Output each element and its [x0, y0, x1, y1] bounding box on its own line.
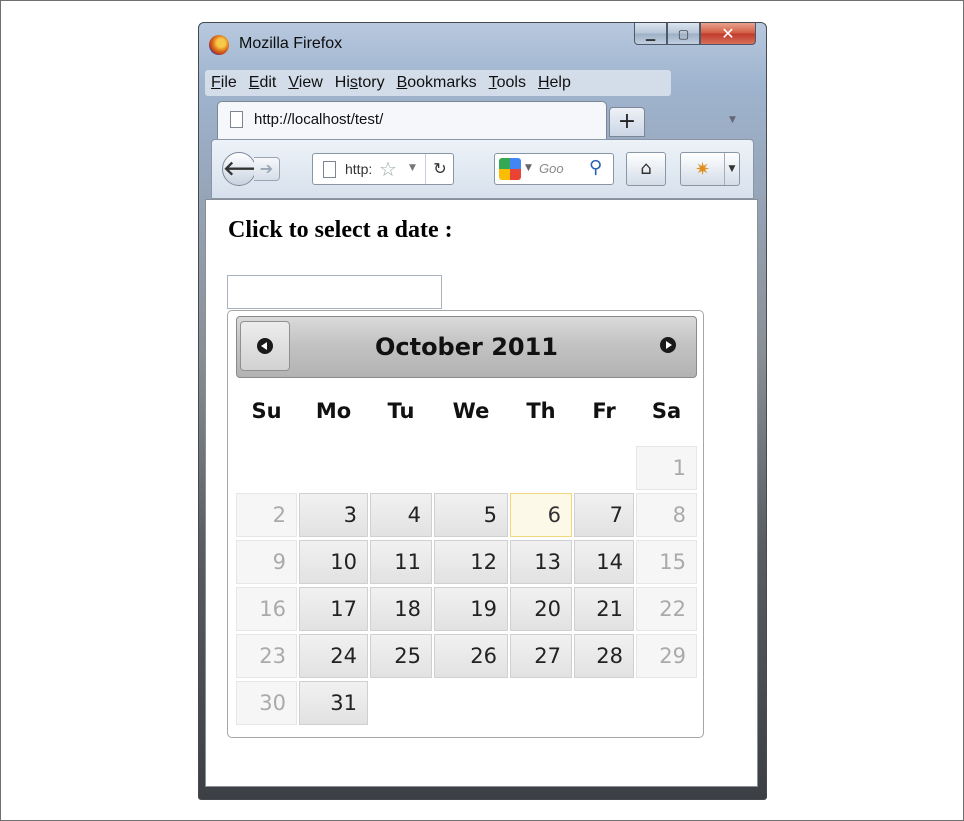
day-cell[interactable]: 25: [370, 634, 432, 678]
day-cell[interactable]: 21: [574, 587, 634, 631]
menu-item-help[interactable]: Help: [538, 74, 571, 92]
datepicker-header: October 2011: [236, 316, 697, 378]
day-cell[interactable]: 8: [636, 493, 697, 537]
menu-item-tools[interactable]: Tools: [489, 74, 526, 92]
maximize-button[interactable]: ▢: [667, 23, 700, 45]
day-cell[interactable]: 1: [636, 446, 697, 490]
url-bar[interactable]: http: ☆ ▼ ↻: [312, 153, 454, 185]
url-text: http:: [345, 161, 373, 177]
datepicker: October 2011 Su Mo Tu We Th Fr Sa 1 2 3 4 5 6 7 8 9 10 11…: [227, 310, 704, 738]
day-cell[interactable]: 16: [236, 587, 297, 631]
day-cell[interactable]: 4: [370, 493, 432, 537]
day-cell[interactable]: 31: [299, 681, 368, 725]
day-cell[interactable]: 15: [636, 540, 697, 584]
menu-item-bookmarks[interactable]: Bookmarks: [397, 74, 477, 92]
menu-item-edit[interactable]: Edit: [249, 74, 277, 92]
window-controls: ▁ ▢ ✕: [634, 23, 756, 47]
page-heading: Click to select a date :: [228, 217, 453, 243]
day-cell[interactable]: 2: [236, 493, 297, 537]
back-button[interactable]: 🡐: [222, 152, 277, 186]
menu-item-view[interactable]: View: [288, 74, 322, 92]
day-cell[interactable]: 26: [434, 634, 508, 678]
next-month-button[interactable]: [660, 337, 676, 353]
weekday-header-mo: Mo: [315, 399, 352, 423]
page-icon: [230, 111, 243, 128]
day-cell[interactable]: 20: [510, 587, 572, 631]
weekday-header-th: Th: [526, 399, 556, 423]
day-cell[interactable]: 5: [434, 493, 508, 537]
day-cell[interactable]: 11: [370, 540, 432, 584]
date-input[interactable]: [227, 275, 442, 309]
page-content: Click to select a date : October 2011 Su…: [205, 199, 758, 787]
day-cell[interactable]: 3: [299, 493, 368, 537]
weekday-header-fr: Fr: [592, 399, 616, 423]
browser-window: Mozilla Firefox ▁ ▢ ✕ File Edit View Histor…: [198, 22, 767, 800]
day-cell[interactable]: 28: [574, 634, 634, 678]
tab-list-dropdown-icon[interactable]: ▼: [729, 115, 736, 125]
tab-active[interactable]: http://localhost/test/: [217, 101, 607, 139]
history-dropdown-icon[interactable]: ▼: [409, 163, 416, 173]
weekday-header-we: We: [452, 399, 490, 423]
day-cell[interactable]: 10: [299, 540, 368, 584]
day-cell[interactable]: 14: [574, 540, 634, 584]
search-engine-dropdown-icon[interactable]: ▼: [525, 163, 532, 173]
day-cell[interactable]: 22: [636, 587, 697, 631]
day-cell[interactable]: 9: [236, 540, 297, 584]
day-cell[interactable]: 6: [510, 493, 572, 537]
day-cell[interactable]: 27: [510, 634, 572, 678]
minimize-button[interactable]: ▁: [634, 23, 667, 45]
forward-button[interactable]: ➔: [254, 157, 280, 181]
day-cell[interactable]: 13: [510, 540, 572, 584]
navigation-toolbar: 🡐 ➔ http: ☆ ▼ ↻ ▼ Goo ⚲ ⌂ ✷ ▼: [211, 139, 754, 199]
menu-bar: File Edit View History Bookmarks Tools Help: [205, 70, 671, 96]
addon-button[interactable]: ✷ ▼: [680, 152, 740, 186]
firefox-icon: [209, 35, 229, 55]
month-year-title: October 2011: [374, 333, 559, 361]
close-button[interactable]: ✕: [700, 23, 756, 45]
day-cell[interactable]: 12: [434, 540, 508, 584]
menu-item-history[interactable]: History: [335, 74, 385, 92]
day-cell[interactable]: 18: [370, 587, 432, 631]
window-title: Mozilla Firefox: [239, 35, 343, 52]
addon-dropdown-icon[interactable]: ▼: [724, 153, 739, 185]
day-cell[interactable]: 7: [574, 493, 634, 537]
title-bar[interactable]: Mozilla Firefox ▁ ▢ ✕: [199, 23, 766, 65]
search-engine-icon[interactable]: [499, 158, 521, 180]
day-cell[interactable]: 24: [299, 634, 368, 678]
menu-item-file[interactable]: File: [211, 74, 237, 92]
search-icon[interactable]: ⚲: [589, 157, 602, 178]
tab-title: http://localhost/test/: [254, 111, 384, 128]
new-tab-button[interactable]: +: [609, 107, 645, 137]
search-placeholder: Goo: [539, 161, 564, 176]
search-bar[interactable]: ▼ Goo ⚲: [494, 153, 614, 185]
day-cell[interactable]: 30: [236, 681, 297, 725]
weekday-header-sa: Sa: [651, 399, 682, 423]
weekday-header-tu: Tu: [387, 399, 415, 423]
day-cell[interactable]: 29: [636, 634, 697, 678]
bookmark-star-icon[interactable]: ☆: [379, 157, 397, 181]
day-cell[interactable]: 23: [236, 634, 297, 678]
day-cell[interactable]: 19: [434, 587, 508, 631]
reload-button[interactable]: ↻: [425, 154, 454, 184]
home-button[interactable]: ⌂: [626, 152, 666, 186]
weekday-header-su: Su: [251, 399, 282, 423]
bug-icon: ✷: [695, 159, 711, 180]
page-icon: [323, 161, 336, 178]
day-cell[interactable]: 17: [299, 587, 368, 631]
